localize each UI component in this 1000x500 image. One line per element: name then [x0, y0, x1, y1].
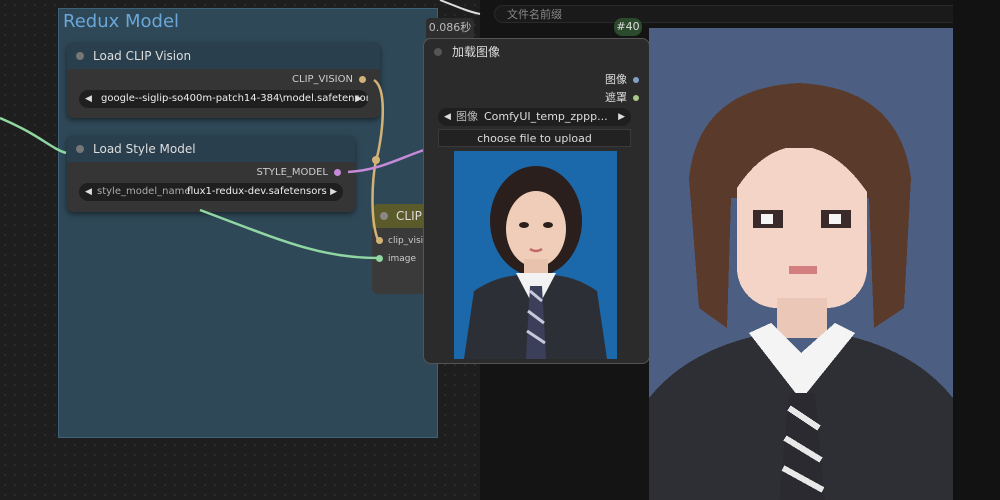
- wire-top: [439, 0, 481, 15]
- right-edge-panel: [953, 0, 1000, 500]
- node-title-bar[interactable]: 加载图像: [424, 39, 649, 65]
- output-label: 遮罩: [605, 91, 627, 104]
- arrow-right-icon[interactable]: ▶: [618, 108, 625, 126]
- output-label: 图像: [605, 73, 627, 86]
- node-id-badge: #40: [614, 18, 642, 36]
- output-image-preview: [649, 28, 953, 500]
- node-status-dot-icon[interactable]: [434, 48, 442, 56]
- reroute-dot: [372, 156, 380, 164]
- image-wire-incoming: [0, 116, 67, 155]
- arrow-left-icon[interactable]: ◀: [444, 108, 451, 126]
- style-model-wire: [347, 148, 425, 174]
- image-select-widget[interactable]: ◀ 图像 ComfyUI_temp_zppp... ▶: [438, 108, 631, 126]
- mask-output[interactable]: 遮罩: [605, 89, 639, 105]
- node-title: 加载图像: [452, 45, 501, 59]
- image-output[interactable]: 图像: [605, 71, 639, 87]
- upload-button[interactable]: choose file to upload: [438, 129, 631, 147]
- image-wire: [199, 208, 379, 260]
- output-socket[interactable]: [633, 77, 639, 83]
- widget-value: ComfyUI_temp_zppp...: [484, 110, 608, 123]
- output-socket[interactable]: [633, 95, 639, 101]
- execution-time-badge: 0.086秒: [426, 18, 474, 38]
- load-image-node[interactable]: 加载图像 图像 遮罩 ◀ 图像 ComfyUI_temp_zppp... ▶ c…: [423, 38, 650, 364]
- widget-label: 图像: [456, 110, 478, 123]
- uploaded-photo-preview: [454, 151, 617, 359]
